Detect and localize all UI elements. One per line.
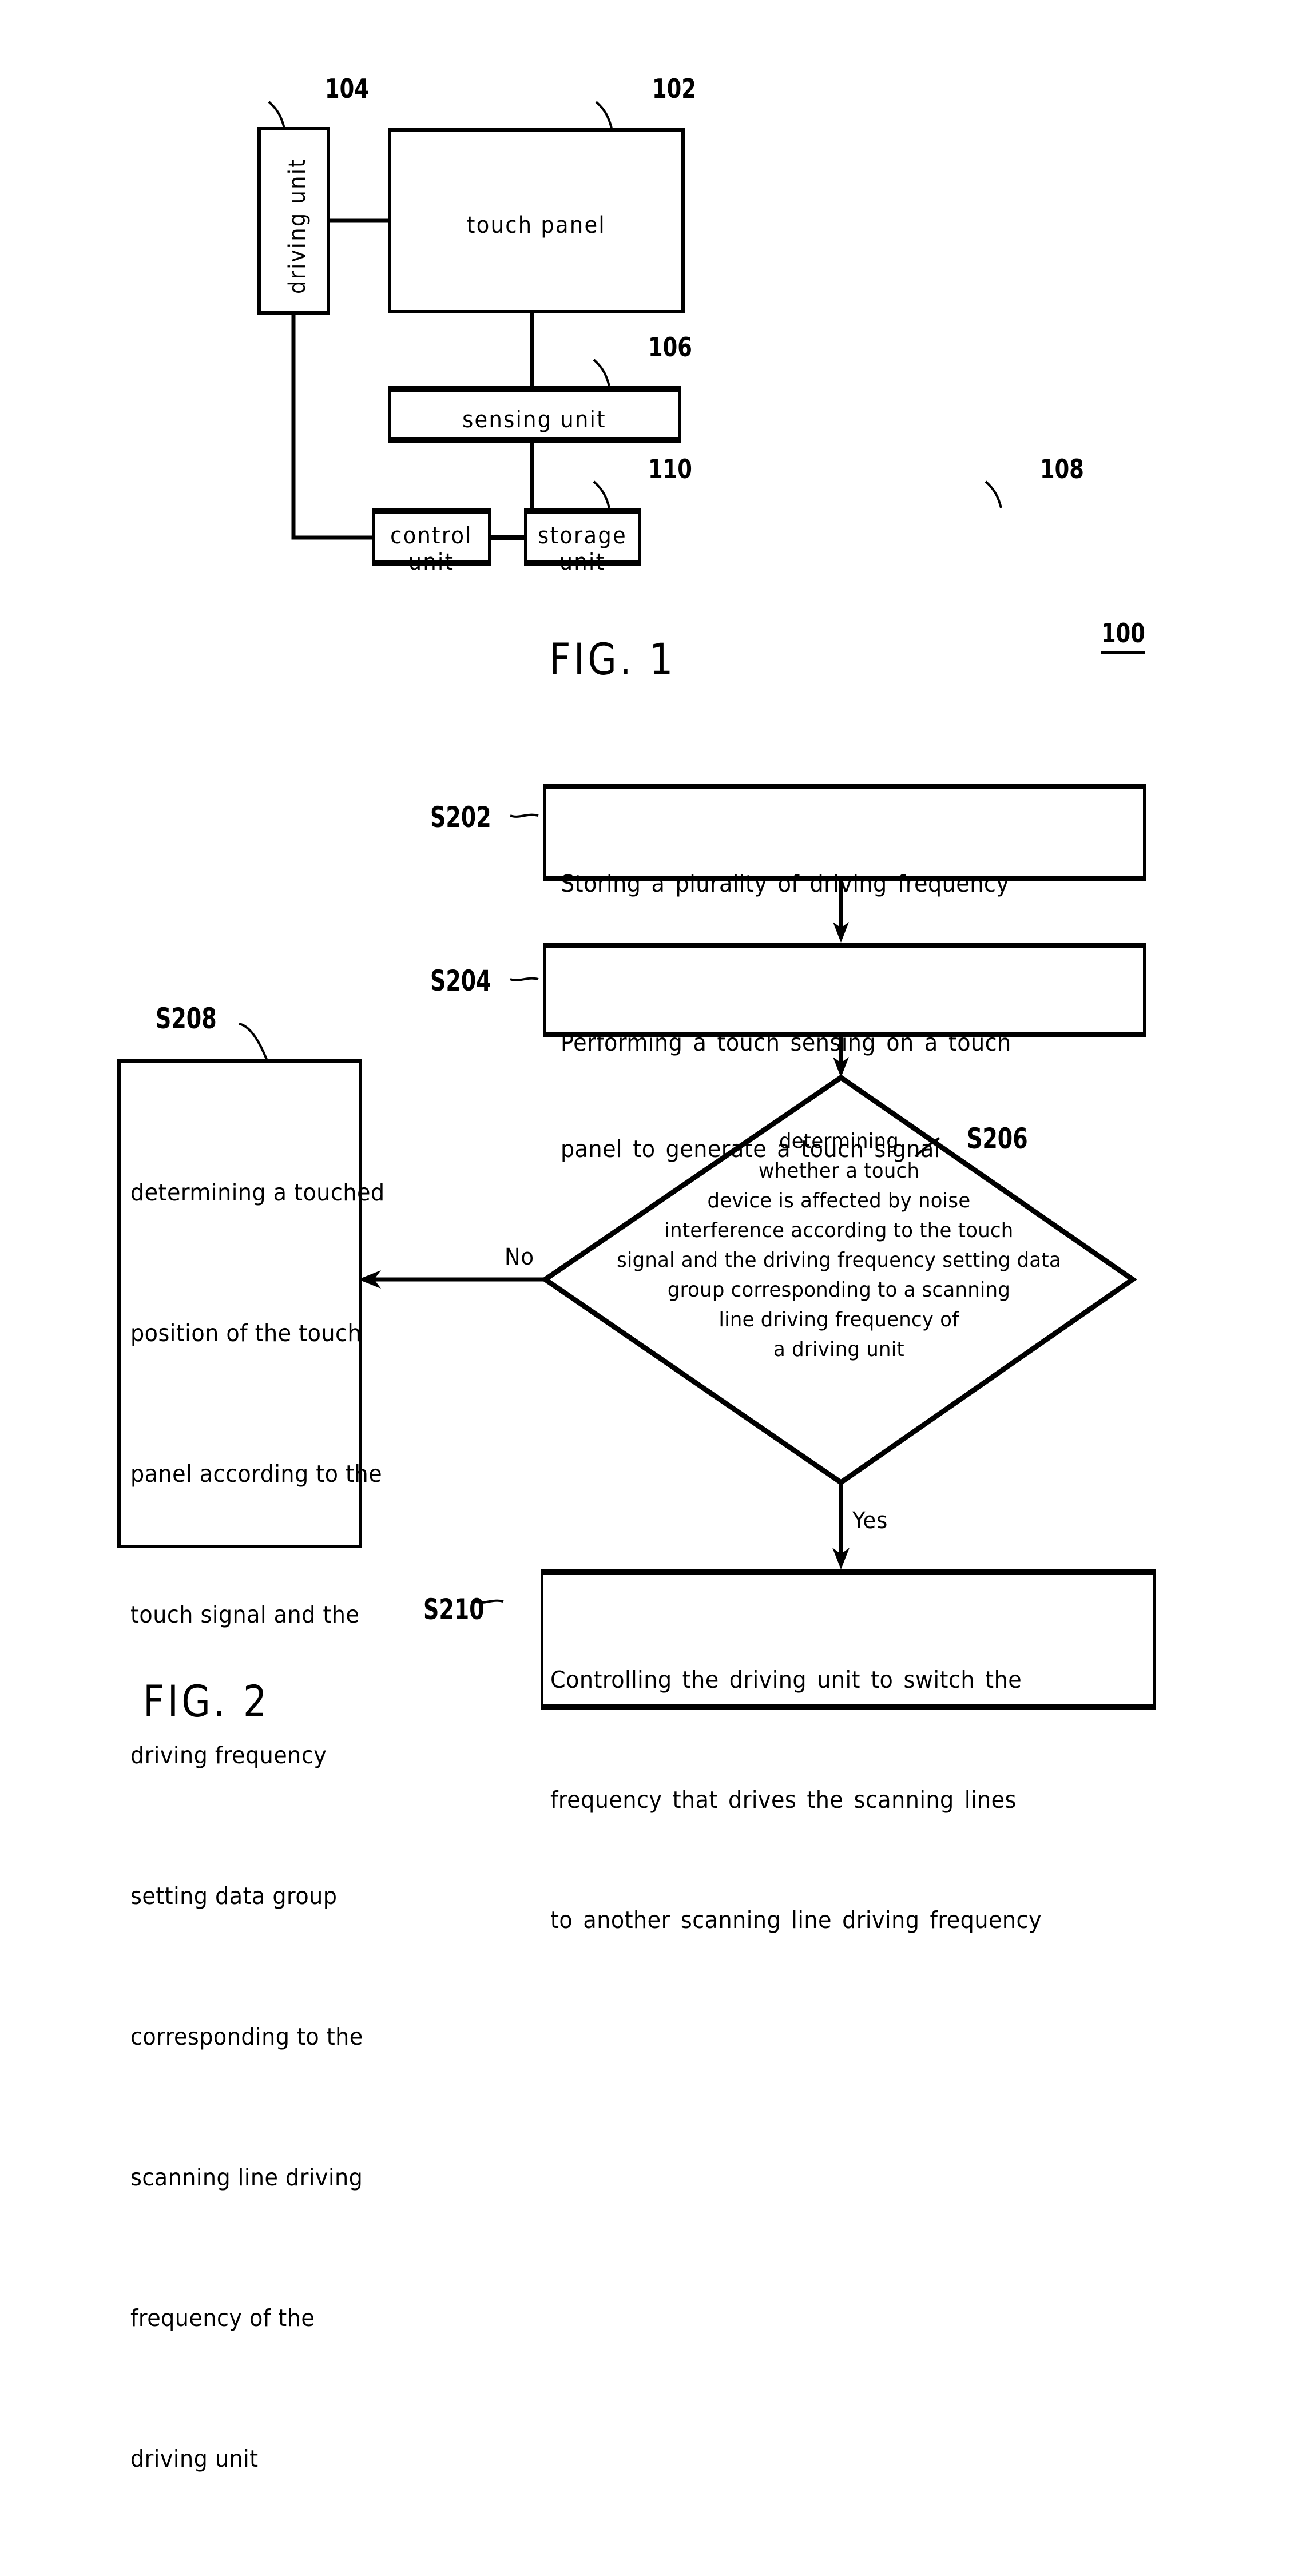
leader-108 [985, 480, 1002, 508]
ref-numeral-110: 110 [648, 454, 692, 484]
branch-label-no: No [505, 1244, 534, 1270]
step-s206-line-2: whether a touch [758, 1159, 920, 1183]
ref-numeral-100: 100 [1101, 618, 1145, 654]
step-s206-line-4: interference according to the touch [664, 1219, 1014, 1242]
step-decision-s206: determining whether a touch device is af… [545, 1078, 1133, 1482]
step-s210-line-3: to another scanning line driving frequen… [550, 1906, 1042, 1934]
step-s206-line-3: device is affected by noise [707, 1189, 971, 1213]
arrowhead-s210 [832, 1548, 850, 1569]
block-driving-unit: driving unit [257, 127, 330, 315]
step-s208-line-9: frequency of the [130, 2304, 315, 2332]
ref-numeral-102: 102 [652, 73, 696, 104]
block-storage-unit-label: storage unit [538, 523, 627, 575]
ref-numeral-s206: S206 [967, 1122, 1028, 1155]
step-s208-line-3: panel according to the [130, 1460, 383, 1488]
block-touch-panel: touch panel [388, 128, 685, 313]
step-s206-line-5: signal and the driving frequency setting… [617, 1249, 1061, 1272]
step-s202-line-1: Storing a plurality of driving frequency [561, 870, 1010, 897]
step-s206-line-1: determining [779, 1130, 899, 1153]
block-control-unit-frame [372, 508, 491, 566]
step-s208-line-1: determining a touched [130, 1179, 385, 1206]
link-driving-to-control [291, 315, 372, 540]
ref-numeral-s204: S204 [430, 964, 491, 997]
figure-2-caption: FIG. 2 [143, 1676, 270, 1727]
step-s210-line-1: Controlling the driving unit to switch t… [550, 1666, 1022, 1694]
step-s210-line-2: frequency that drives the scanning lines [550, 1786, 1017, 1814]
step-s204-line-1: Performing a touch sensing on a touch [561, 1029, 1011, 1056]
ref-numeral-106: 106 [648, 332, 692, 363]
step-s206-line-8: a driving unit [773, 1338, 904, 1361]
block-driving-unit-label: driving unit [284, 158, 311, 295]
leader-s202 [510, 813, 539, 818]
branch-label-yes: Yes [852, 1508, 888, 1534]
block-sensing-unit-label: sensing unit [462, 407, 606, 433]
leader-104 [268, 101, 285, 129]
leader-102 [595, 101, 613, 129]
step-box-s208-text: determining a touched position of the to… [130, 1075, 385, 2576]
leader-110 [593, 480, 610, 508]
step-s208-line-4: touch signal and the [130, 1601, 360, 1628]
figure-1-caption: FIG. 1 [549, 634, 676, 685]
step-s208-line-2: position of the touch [130, 1319, 362, 1347]
step-s208-line-5: driving frequency [130, 1742, 327, 1769]
ref-numeral-104: 104 [325, 73, 369, 104]
leader-s204 [510, 977, 539, 981]
step-s208-line-6: setting data group [130, 1882, 338, 1910]
patent-drawing-sheet: driving unit 104 touch panel 102 sensing… [0, 0, 1294, 2472]
ref-numeral-108: 108 [1040, 454, 1084, 484]
ref-numeral-s210: S210 [423, 1593, 485, 1626]
leader-106 [593, 359, 610, 387]
ref-numeral-s208: S208 [156, 1002, 217, 1035]
step-box-s210-text: Controlling the driving unit to switch t… [550, 1580, 1112, 2020]
block-touch-panel-label: touch panel [467, 212, 606, 238]
ref-numeral-s202: S202 [430, 801, 491, 834]
step-s206-line-6: group corresponding to a scanning [667, 1278, 1011, 1302]
step-s208-line-8: scanning line driving [130, 2164, 363, 2191]
step-s208-line-10: driving unit [130, 2445, 259, 2472]
block-sensing-unit: sensing unit [388, 386, 681, 443]
step-s206-line-7: line driving frequency of [719, 1308, 959, 1331]
leader-s208 [239, 1023, 268, 1060]
step-s208-line-7: corresponding to the [130, 2023, 363, 2050]
